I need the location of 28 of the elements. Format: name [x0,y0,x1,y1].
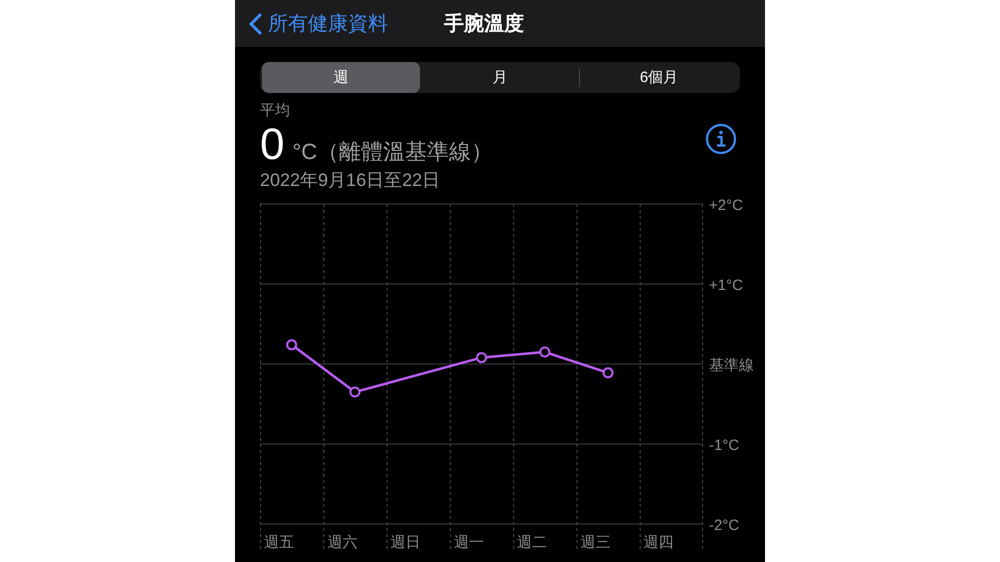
back-button[interactable]: 所有健康資料 [249,10,388,37]
x-axis-label: 週日 [390,534,421,551]
x-axis-label: 週三 [580,534,610,551]
chevron-left-icon [249,12,262,34]
y-axis-label: -1°C [709,437,740,454]
data-point [602,367,614,378]
segment-tab[interactable]: 月 [421,62,579,93]
y-axis-label: 基準線 [709,357,754,374]
x-axis-label: 週四 [644,534,674,551]
x-axis-label: 週五 [264,534,294,551]
unit-label: °C（離體溫基準線） [292,138,494,166]
data-point [539,346,550,358]
y-axis-label: +2°C [709,197,743,214]
info-icon[interactable] [705,123,737,155]
x-axis-label: 週一 [454,534,484,551]
average-value: 0 [260,120,284,170]
screen-title: 手腕溫度 [444,12,524,37]
segment-tab[interactable]: 週 [262,62,420,93]
x-axis-label: 週六 [327,534,358,551]
data-point [286,339,298,350]
y-axis-label: -2°C [709,517,740,534]
data-point [349,386,360,398]
segment-tab[interactable]: 6個月 [580,62,738,93]
average-label: 平均 [260,101,291,120]
x-axis-label: 週二 [517,534,548,551]
data-point [476,352,487,364]
date-range: 2022年9月16日至22日 [260,169,442,192]
y-axis-label: +1°C [709,277,743,294]
